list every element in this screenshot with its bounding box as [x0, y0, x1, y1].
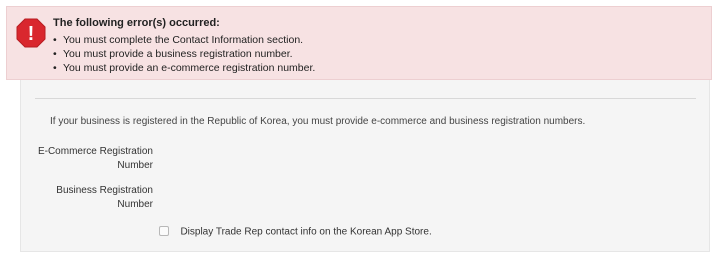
- bullet: •: [53, 34, 57, 46]
- business-registration-label: Business Registration Number: [21, 184, 153, 212]
- error-icon-glyph: !: [28, 23, 35, 45]
- panel-divider: [35, 98, 696, 99]
- error-item-text: You must provide a business registration…: [63, 48, 293, 60]
- trade-rep-checkbox-row[interactable]: Display Trade Rep contact info on the Ko…: [159, 223, 432, 237]
- business-label-line1: Business Registration: [56, 185, 153, 196]
- error-item: • You must provide an e-commerce registra…: [53, 61, 315, 75]
- trade-rep-checkbox-label[interactable]: Display Trade Rep contact info on the Ko…: [180, 226, 431, 237]
- error-item-text: You must provide an e-commerce registrat…: [63, 62, 316, 74]
- trade-rep-checkbox[interactable]: [159, 225, 169, 236]
- ecommerce-label-line1: E-Commerce Registration: [37, 146, 153, 157]
- error-list: • You must complete the Contact Informati…: [53, 33, 315, 75]
- error-octagon-icon: !: [16, 18, 46, 48]
- error-item: • You must provide a business registratio…: [53, 47, 315, 61]
- error-item: • You must complete the Contact Informati…: [53, 33, 315, 47]
- error-title: The following error(s) occurred:: [53, 17, 220, 29]
- ecommerce-registration-label: E-Commerce Registration Number: [21, 145, 153, 173]
- error-banner: ! The following error(s) occurred: • You …: [6, 6, 712, 80]
- ecommerce-registration-field[interactable]: [159, 152, 409, 172]
- error-item-text: You must complete the Contact Informatio…: [63, 34, 304, 46]
- bullet: •: [53, 62, 57, 74]
- korea-registration-panel: If your business is registered in the Re…: [20, 80, 710, 252]
- ecommerce-label-line2: Number: [117, 160, 153, 171]
- bullet: •: [53, 48, 57, 60]
- intro-text: If your business is registered in the Re…: [50, 116, 586, 127]
- business-label-line2: Number: [117, 199, 153, 210]
- business-registration-field[interactable]: [159, 191, 409, 211]
